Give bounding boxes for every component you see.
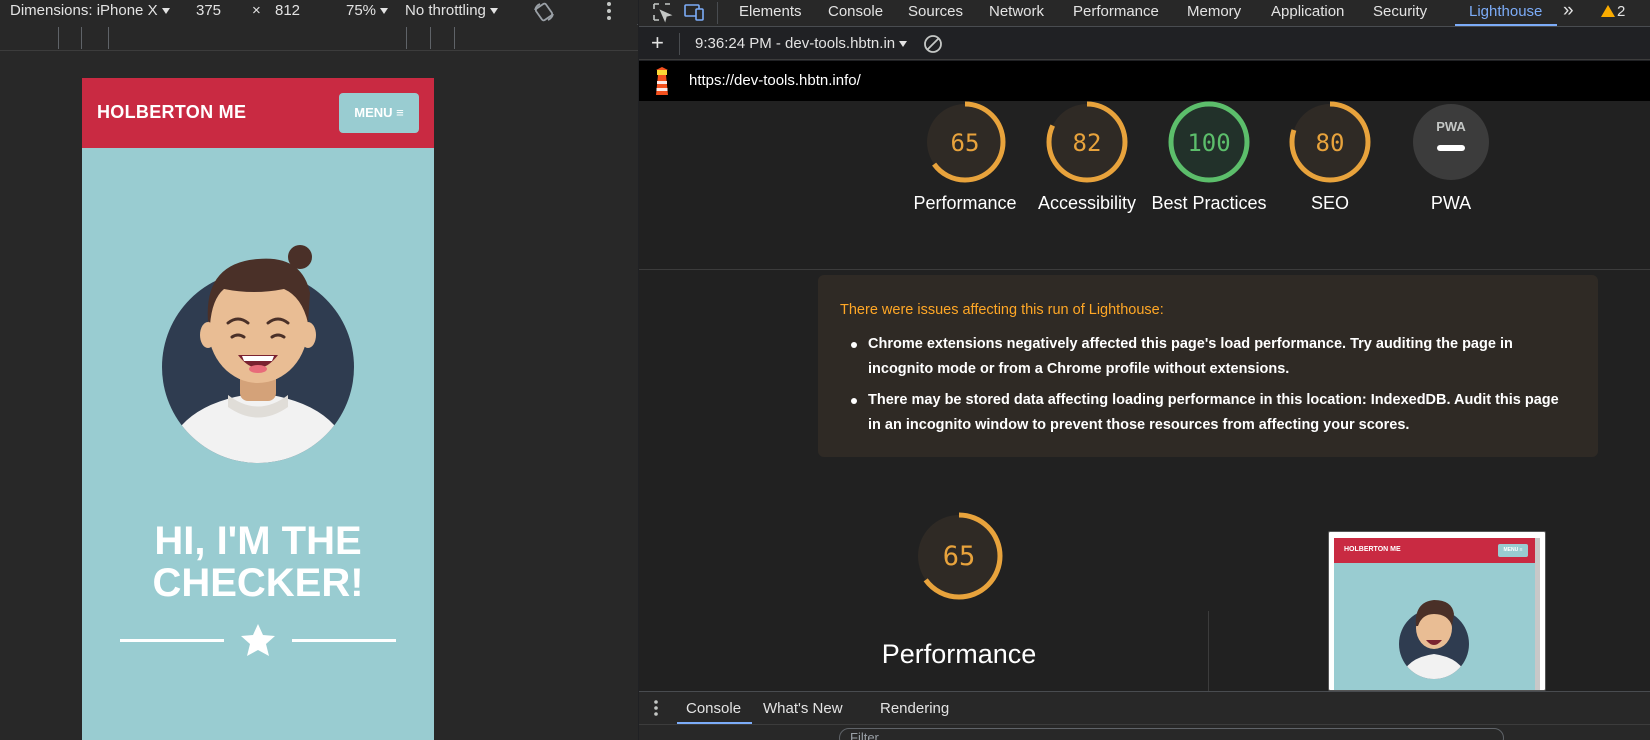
chevron-down-icon [380,8,389,15]
tab-console[interactable]: Console [828,3,883,20]
star-icon [241,624,275,656]
report-url-link[interactable]: https://dev-tools.hbtn.info/ [689,72,861,89]
chevron-down-icon [161,8,170,15]
tab-network[interactable]: Network [989,3,1044,20]
lighthouse-toolbar: + 9:36:24 PM - dev-tools.hbtn.in [639,28,1650,60]
report-divider [1208,611,1209,691]
thumbnail-scrollbar [1535,538,1540,690]
warning-item: There may be stored data affecting loadi… [851,388,1568,438]
drawer-tab-rendering[interactable]: Rendering [880,700,949,717]
thumbnail-menu: MENU ≡ [1498,544,1528,557]
site-brand[interactable]: HOLBERTON ME [97,102,246,123]
gauge-score: 80 [1316,129,1345,157]
drawer-tab-whats-new[interactable]: What's New [763,700,843,717]
tab-performance[interactable]: Performance [1073,3,1159,20]
panel-tabs: Elements Console Sources Network Perform… [639,0,1650,27]
devtools-window: Dimensions: iPhone X 375 × 812 75% No th… [0,0,1650,740]
tab-elements[interactable]: Elements [739,3,802,20]
gauge-label: Accessibility [1037,193,1137,213]
thumbnail-avatar [1399,600,1469,679]
report-selector[interactable]: 9:36:24 PM - dev-tools.hbtn.in [695,35,908,52]
hero-line-2: CHECKER! [152,561,364,605]
gauge-score: 100 [1187,129,1230,157]
report-divider [639,269,1650,270]
chevron-down-icon [489,8,498,15]
avatar [162,245,354,463]
throttling-select[interactable]: No throttling [405,2,498,19]
ruler-tick [454,27,455,49]
drawer-tab-console[interactable]: Console [686,700,741,717]
media-query-ruler[interactable] [0,25,638,51]
gauge-accessibility[interactable]: 82 Accessibility [1027,101,1147,216]
hero-line-1: HI, I'M THE [154,519,362,563]
gauge-score: 65 [951,129,980,157]
ruler-tick [58,27,59,49]
toolbar-divider [717,2,718,24]
ruler-tick [430,27,431,49]
site-header: HOLBERTON ME MENU ≡ [82,78,434,148]
gauge-performance[interactable]: 65 Performance [905,101,1025,216]
warning-count[interactable]: 2 [1617,3,1625,20]
warning-item: Chrome extensions negatively affected th… [851,332,1568,382]
menu-button[interactable]: MENU ≡ [339,93,419,133]
height-input[interactable]: 812 [275,2,300,19]
tab-lighthouse[interactable]: Lighthouse [1469,3,1542,20]
times-label: × [252,2,261,19]
ruler-tick [108,27,109,49]
gauge-label: Performance [913,193,1017,213]
warning-icon[interactable] [1601,5,1615,17]
thumbnail-brand: HOLBERTON ME [1344,546,1401,553]
tab-application[interactable]: Application [1271,3,1344,20]
more-options-icon[interactable] [605,0,613,26]
inspect-element-icon[interactable] [651,1,673,27]
clear-reports-icon[interactable] [923,34,943,58]
pwa-badge-text: PWA [1436,119,1466,134]
lighthouse-logo-icon [651,67,673,101]
warnings-list: Chrome extensions negatively affected th… [851,332,1568,444]
tab-memory[interactable]: Memory [1187,3,1241,20]
gauge-best-practices[interactable]: 100 Best Practices [1149,101,1269,216]
report-url-bar: https://dev-tools.hbtn.info/ [639,61,1650,101]
thumbnail-page: HOLBERTON ME MENU ≡ [1334,538,1535,690]
warnings-title: There were issues affecting this run of … [840,302,1164,318]
drawer-menu-icon[interactable] [653,699,659,721]
console-toolbar: Filter [639,724,1650,740]
star-divider [120,624,396,656]
devtools-pane: Elements Console Sources Network Perform… [639,0,1650,740]
gauge-pwa[interactable]: PWA PWA [1391,101,1511,216]
width-input[interactable]: 375 [196,2,221,19]
performance-category-title: Performance [881,639,1037,669]
hero-heading: HI, I'M THE CHECKER! [82,520,434,604]
new-report-button[interactable]: + [651,30,664,56]
run-warnings-box: There were issues affecting this run of … [818,275,1598,457]
device-emulation-pane: Dimensions: iPhone X 375 × 812 75% No th… [0,0,638,740]
final-screenshot-thumbnail[interactable]: HOLBERTON ME MENU ≡ [1328,531,1546,691]
chevron-down-icon [899,41,908,48]
device-select[interactable]: Dimensions: iPhone X [10,2,170,19]
ruler-tick [406,27,407,49]
device-toolbar: Dimensions: iPhone X 375 × 812 75% No th… [0,0,638,24]
emulated-page: HOLBERTON ME MENU ≡ HI, I'M THE CHECKER! [82,78,434,740]
performance-gauge-large[interactable]: 65 [914,511,1004,601]
drawer-tabs: Console What's New Rendering [639,691,1650,724]
tab-security[interactable]: Security [1373,3,1427,20]
console-filter-input[interactable]: Filter [839,728,1504,740]
lighthouse-report: 65 Performance 82 Accessibility 100 Best Prac… [639,101,1650,691]
gauge-label: PWA [1430,193,1472,213]
toolbar-divider [679,33,680,55]
thumbnail-header: HOLBERTON ME MENU ≡ [1334,538,1535,563]
zoom-select[interactable]: 75% [346,2,389,19]
performance-score-large: 65 [943,541,976,572]
gauge-score: 82 [1073,129,1102,157]
gauge-label: Best Practices [1151,193,1267,213]
active-tab-indicator [1455,24,1557,26]
rotate-icon[interactable] [532,0,556,28]
ruler-tick [81,27,82,49]
pwa-dash-icon [1437,145,1465,151]
device-toggle-icon[interactable] [683,1,705,27]
more-tabs-icon[interactable]: » [1563,0,1574,22]
tab-sources[interactable]: Sources [908,3,963,20]
gauge-seo[interactable]: 80 SEO [1270,101,1390,216]
gauge-label: SEO [1310,193,1349,213]
